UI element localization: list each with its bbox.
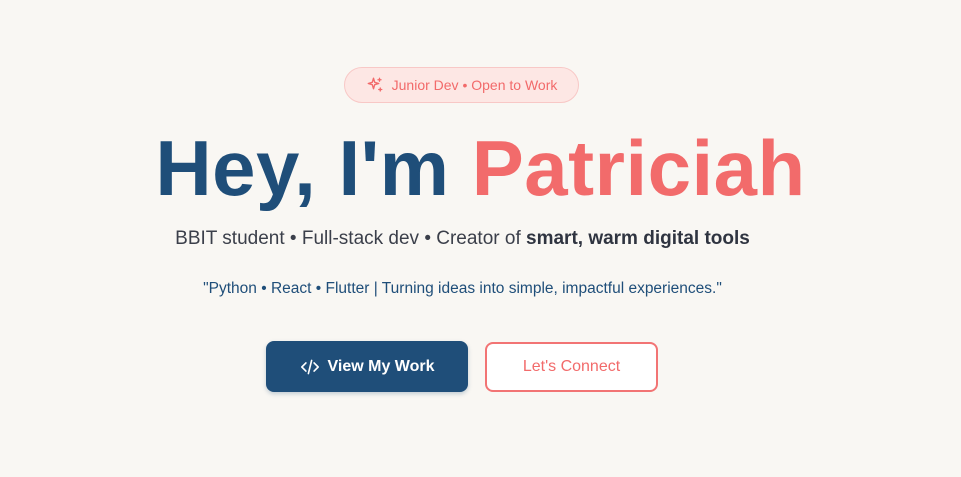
headline-greeting: Hey, I'm <box>155 124 472 212</box>
headline-name: Patriciah <box>471 124 806 212</box>
view-work-button[interactable]: View My Work <box>266 341 468 392</box>
badge-label: Junior Dev • Open to Work <box>391 77 558 93</box>
subtitle-highlight: smart, warm digital tools <box>526 228 750 249</box>
connect-label: Let's Connect <box>522 358 621 375</box>
tagline-quote: "Python • React • Flutter | Turning idea… <box>203 280 722 297</box>
status-badge: Junior Dev • Open to Work <box>344 67 579 103</box>
subtitle-text: BBIT student • Full-stack dev • Creator … <box>175 228 527 249</box>
connect-button[interactable]: Let's Connect <box>485 342 658 392</box>
page-title: Hey, I'm Patriciah <box>0 124 961 212</box>
view-work-label: View My Work <box>327 357 435 375</box>
sparkle-icon <box>366 76 384 94</box>
code-icon <box>300 358 320 376</box>
hero-section: Junior Dev • Open to Work Hey, I'm Patri… <box>0 0 961 477</box>
subtitle: BBIT student • Full-stack dev • Creator … <box>0 227 925 251</box>
